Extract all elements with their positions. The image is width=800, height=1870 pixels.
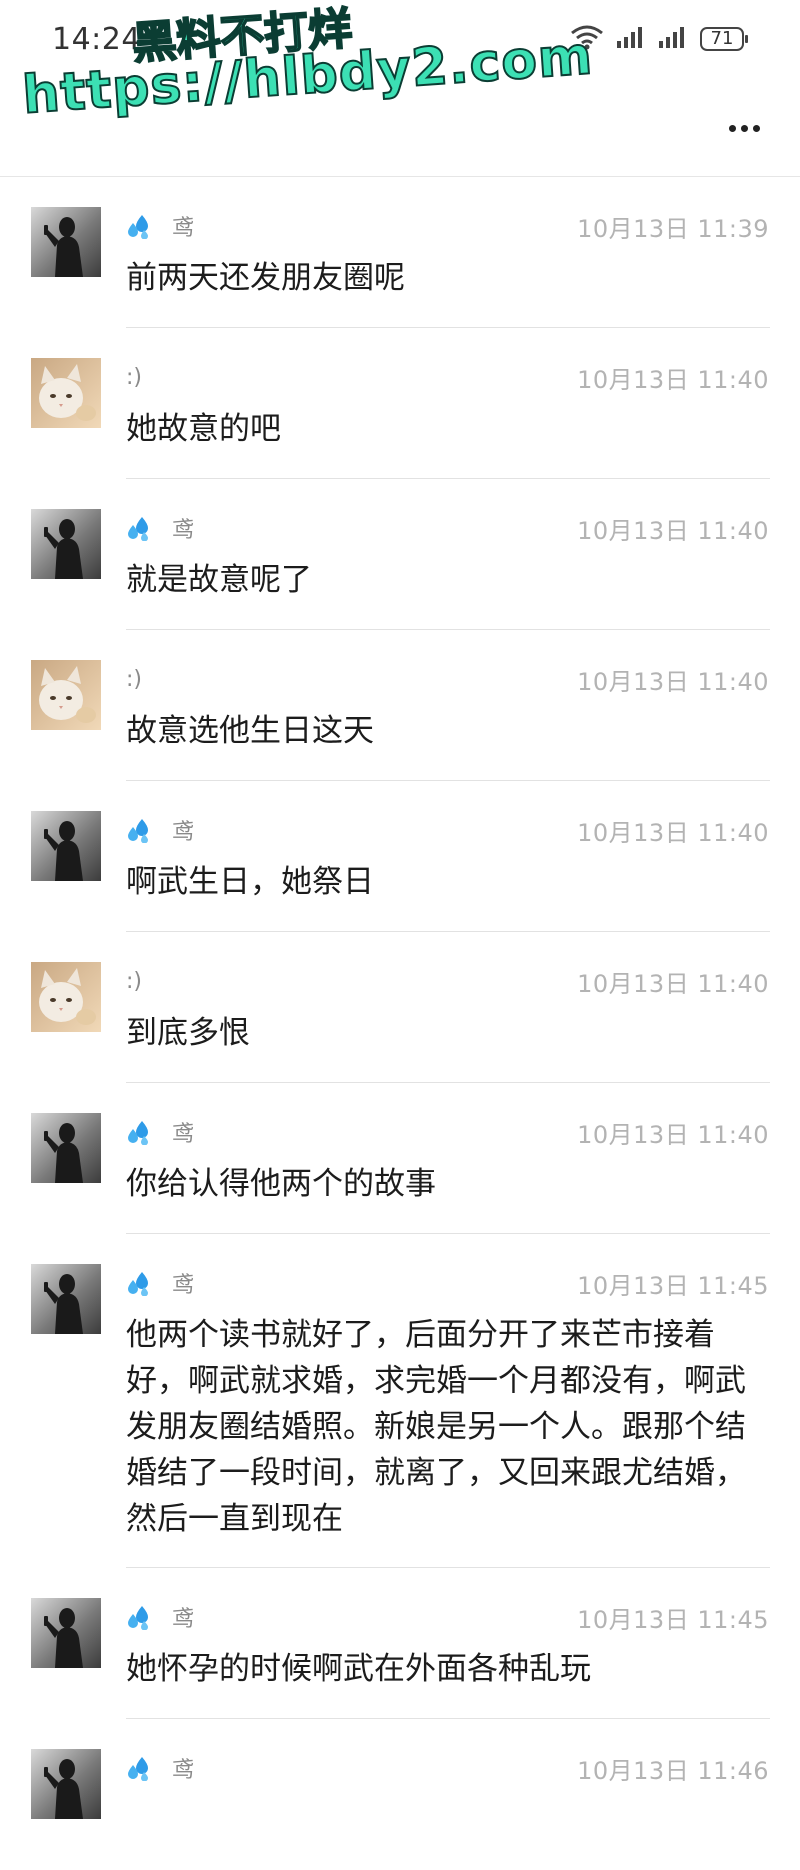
avatar-silhouette[interactable] <box>31 1749 101 1819</box>
message-meta: 鸢 10月13日 11:46 <box>126 1753 769 1785</box>
message-time: 10月13日 11:40 <box>577 1120 769 1149</box>
message-text: 她怀孕的时候啊武在外面各种乱玩 <box>126 1651 591 1687</box>
message-text: 前两天还发朋友圈呢 <box>126 260 405 296</box>
message-meta: 鸢 10月13日 11:40 <box>126 1117 769 1149</box>
avatar-silhouette[interactable] <box>31 811 101 881</box>
message-meta: 鸢 10月13日 11:45 <box>126 1602 769 1634</box>
message-meta: :) 10月13日 11:40 <box>126 966 769 998</box>
avatar-cat[interactable] <box>31 358 101 428</box>
message-text: 故意选他生日这天 <box>126 713 374 749</box>
message-time: 10月13日 11:40 <box>577 969 769 998</box>
message-meta: 鸢 10月13日 11:45 <box>126 1268 769 1300</box>
message-meta: 鸢 10月13日 11:39 <box>126 211 769 243</box>
message-text: 啊武生日，她祭日 <box>126 864 374 900</box>
sender-name: 鸢 <box>172 1758 195 1783</box>
message-time: 10月13日 11:40 <box>577 516 769 545</box>
battery-icon: 71 <box>700 27 748 51</box>
message-time: 10月13日 11:45 <box>577 1271 769 1300</box>
avatar-silhouette[interactable] <box>31 509 101 579</box>
water-drops-icon <box>126 1119 152 1146</box>
more-dot-icon <box>740 124 748 132</box>
message-meta: :) 10月13日 11:40 <box>126 362 769 394</box>
sender-name: :) <box>126 968 142 994</box>
sender-name: :) <box>126 666 142 692</box>
signal-icon-sim1 <box>616 25 646 53</box>
message-time: 10月13日 11:40 <box>577 667 769 696</box>
message-item[interactable]: 鸢 10月13日 11:40 你给认得他两个的故事 <box>0 1083 800 1234</box>
message-time: 10月13日 11:40 <box>577 818 769 847</box>
avatar-cat[interactable] <box>31 962 101 1032</box>
message-item[interactable]: 鸢 10月13日 11:45 她怀孕的时候啊武在外面各种乱玩 <box>0 1568 800 1719</box>
message-meta: :) 10月13日 11:40 <box>126 664 769 696</box>
water-drops-icon <box>126 1604 152 1631</box>
message-text: 他两个读书就好了，后面分开了来芒市接着好，啊武就求婚，求完婚一个月都没有，啊武发… <box>126 1317 746 1537</box>
sender-name: 鸢 <box>172 1273 195 1298</box>
water-drops-icon <box>126 515 152 542</box>
sender-name: 鸢 <box>172 518 195 543</box>
message-item[interactable]: :) 10月13日 11:40 她故意的吧 <box>0 328 800 479</box>
message-text: 到底多恨 <box>126 1015 250 1051</box>
message-text: 她故意的吧 <box>126 411 281 447</box>
sender-name: 鸢 <box>172 216 195 241</box>
wifi-icon <box>570 24 604 54</box>
sender-name: 鸢 <box>172 820 195 845</box>
water-drops-icon <box>126 1270 152 1297</box>
message-time: 10月13日 11:40 <box>577 365 769 394</box>
signal-icon-sim2 <box>658 25 688 53</box>
message-item[interactable]: :) 10月13日 11:40 故意选他生日这天 <box>0 630 800 781</box>
sender-name: 鸢 <box>172 1122 195 1147</box>
avatar-silhouette[interactable] <box>31 207 101 277</box>
message-item[interactable]: 鸢 10月13日 11:46 <box>0 1719 800 1870</box>
message-item[interactable]: 鸢 10月13日 11:45 他两个读书就好了，后面分开了来芒市接着好，啊武就求… <box>0 1234 800 1568</box>
message-text: 你给认得他两个的故事 <box>126 1166 436 1202</box>
status-time: 14:24 <box>52 22 141 57</box>
more-dot-icon <box>728 124 736 132</box>
message-item[interactable]: 鸢 10月13日 11:40 啊武生日，她祭日 <box>0 781 800 932</box>
status-bar: 14:24 71 <box>0 0 800 80</box>
status-icons: 71 <box>570 24 748 54</box>
message-meta: 鸢 10月13日 11:40 <box>126 513 769 545</box>
message-meta: 鸢 10月13日 11:40 <box>126 815 769 847</box>
message-item[interactable]: :) 10月13日 11:40 到底多恨 <box>0 932 800 1083</box>
more-options-button[interactable] <box>724 108 764 148</box>
avatar-silhouette[interactable] <box>31 1113 101 1183</box>
message-time: 10月13日 11:46 <box>577 1756 769 1785</box>
message-time: 10月13日 11:39 <box>577 214 769 243</box>
message-item[interactable]: 鸢 10月13日 11:39 前两天还发朋友圈呢 <box>0 177 800 328</box>
water-drops-icon <box>126 1755 152 1782</box>
more-dot-icon <box>752 124 760 132</box>
message-item[interactable]: 鸢 10月13日 11:40 就是故意呢了 <box>0 479 800 630</box>
avatar-silhouette[interactable] <box>31 1598 101 1668</box>
message-text: 就是故意呢了 <box>126 562 312 598</box>
sender-name: 鸢 <box>172 1607 195 1632</box>
avatar-silhouette[interactable] <box>31 1264 101 1334</box>
avatar-cat[interactable] <box>31 660 101 730</box>
message-time: 10月13日 11:45 <box>577 1605 769 1634</box>
message-list[interactable]: 鸢 10月13日 11:39 前两天还发朋友圈呢 :) 10月13日 11:40… <box>0 177 800 1870</box>
water-drops-icon <box>126 817 152 844</box>
sender-name: :) <box>126 364 142 390</box>
water-drops-icon <box>126 213 152 240</box>
